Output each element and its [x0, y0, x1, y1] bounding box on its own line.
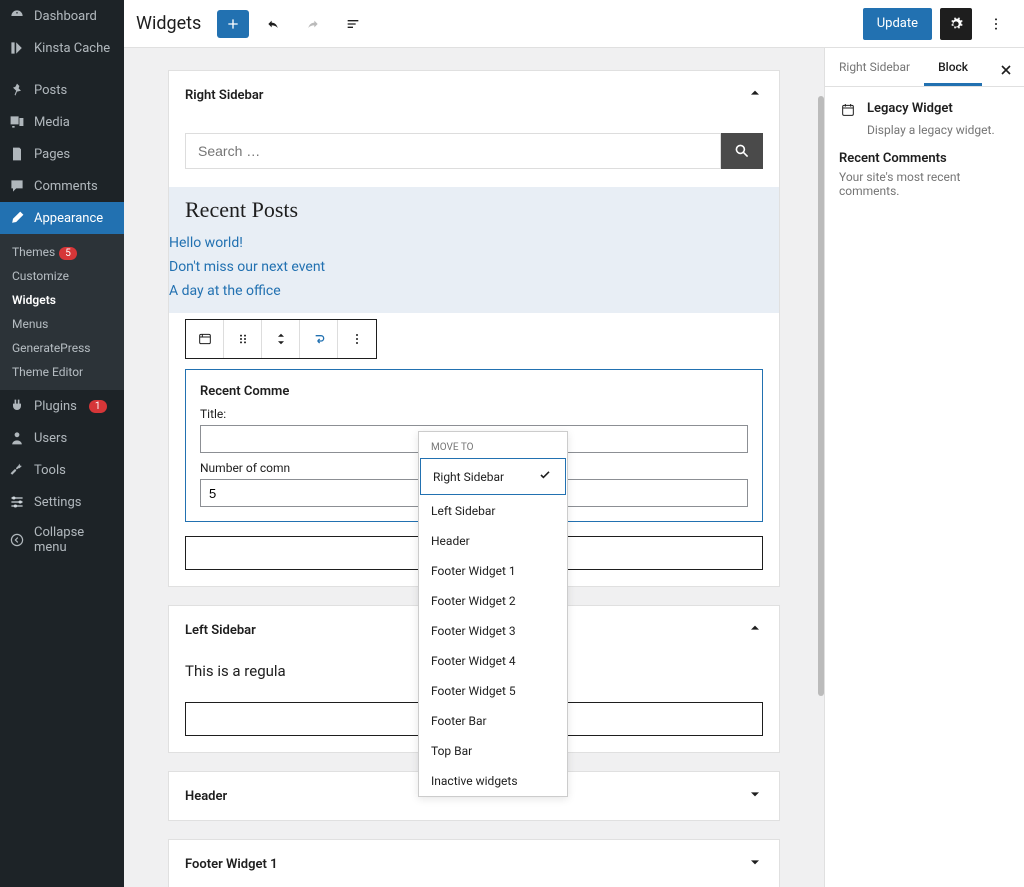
move-to-button[interactable]	[300, 320, 338, 358]
widget-heading: Recent Comme	[200, 384, 748, 399]
sub-menus[interactable]: Menus	[0, 312, 124, 336]
chevron-up-icon	[747, 85, 763, 105]
sidebar-item-users[interactable]: Users	[0, 422, 124, 454]
collapse-icon	[8, 531, 26, 549]
chevron-down-icon	[747, 854, 763, 874]
sidebar-item-appearance[interactable]: Appearance	[0, 202, 124, 234]
sidebar-item-settings[interactable]: Settings	[0, 486, 124, 518]
move-option[interactable]: Footer Widget 5	[419, 676, 567, 706]
sidebar-submenu: Themes5 Customize Widgets Menus Generate…	[0, 234, 124, 390]
sub-generatepress[interactable]: GeneratePress	[0, 336, 124, 360]
sliders-icon	[8, 493, 26, 511]
plug-icon	[8, 397, 26, 415]
sidebar-item-comments[interactable]: Comments	[0, 170, 124, 202]
search-submit-button[interactable]	[721, 133, 763, 169]
sidebar-item-media[interactable]: Media	[0, 106, 124, 138]
calendar-icon	[839, 101, 857, 119]
sidebar-item-pages[interactable]: Pages	[0, 138, 124, 170]
kinsta-icon	[8, 39, 26, 57]
pin-icon	[8, 81, 26, 99]
search-widget	[185, 133, 763, 169]
sub-customize[interactable]: Customize	[0, 264, 124, 288]
title-label: Title:	[200, 407, 748, 421]
media-icon	[8, 113, 26, 131]
sidebar-item-plugins[interactable]: Plugins1	[0, 390, 124, 422]
move-option[interactable]: Footer Widget 1	[419, 556, 567, 586]
block-desc: Display a legacy widget.	[867, 123, 1010, 137]
inspector-panel: Right Sidebar Block Legacy Widget Displa…	[824, 48, 1024, 887]
admin-sidebar: Dashboard Kinsta Cache Posts Media Pages…	[0, 0, 124, 887]
move-option[interactable]: Footer Widget 2	[419, 586, 567, 616]
user-icon	[8, 429, 26, 447]
move-option[interactable]: Top Bar	[419, 736, 567, 766]
undo-button[interactable]	[257, 8, 289, 40]
recent-posts-block[interactable]: Recent Posts Hello world! Don't miss our…	[169, 187, 779, 313]
sidebar-collapse[interactable]: Collapse menu	[0, 518, 124, 562]
popover-label: Move to	[419, 432, 567, 457]
recent-posts-heading: Recent Posts	[169, 197, 779, 223]
post-link[interactable]: Don't miss our next event	[169, 255, 779, 279]
update-button[interactable]: Update	[863, 8, 932, 40]
sub-widgets[interactable]: Widgets	[0, 288, 124, 312]
block-more-button[interactable]	[338, 320, 376, 358]
tab-block[interactable]: Block	[924, 48, 982, 86]
drag-handle[interactable]	[224, 320, 262, 358]
comment-icon	[8, 177, 26, 195]
check-icon	[537, 467, 553, 486]
post-link[interactable]: Hello world!	[169, 231, 779, 255]
sidebar-item-posts[interactable]: Posts	[0, 74, 124, 106]
sidebar-item-dashboard[interactable]: Dashboard	[0, 0, 124, 32]
sub-theme-editor[interactable]: Theme Editor	[0, 360, 124, 384]
move-option[interactable]: Header	[419, 526, 567, 556]
block-toolbar	[185, 319, 377, 359]
widget-desc: Your site's most recent comments.	[839, 170, 1010, 198]
post-link[interactable]: A day at the office	[169, 279, 779, 303]
search-input[interactable]	[185, 133, 721, 169]
add-block-button[interactable]	[217, 10, 249, 38]
dashboard-icon	[8, 7, 26, 25]
sidebar-item-tools[interactable]: Tools	[0, 454, 124, 486]
tab-area[interactable]: Right Sidebar	[825, 48, 924, 86]
move-option[interactable]: Right Sidebar	[420, 458, 566, 495]
block-type-button[interactable]	[186, 320, 224, 358]
move-option[interactable]: Footer Widget 4	[419, 646, 567, 676]
widget-name: Recent Comments	[839, 151, 1010, 166]
move-option[interactable]: Left Sidebar	[419, 496, 567, 526]
move-option[interactable]: Inactive widgets	[419, 766, 567, 796]
brush-icon	[8, 209, 26, 227]
chevron-up-icon	[747, 620, 763, 640]
list-view-button[interactable]	[337, 8, 369, 40]
settings-button[interactable]	[940, 8, 972, 40]
editor-topbar: Widgets Update	[124, 0, 1024, 48]
move-to-popover: Move to Right Sidebar Left Sidebar Heade…	[418, 431, 568, 797]
wrench-icon	[8, 461, 26, 479]
chevron-down-icon	[747, 786, 763, 806]
move-option[interactable]: Footer Bar	[419, 706, 567, 736]
area-toggle[interactable]: Right Sidebar	[169, 71, 779, 119]
close-inspector-button[interactable]	[994, 58, 1018, 86]
sidebar-item-kinsta[interactable]: Kinsta Cache	[0, 32, 124, 64]
area-toggle[interactable]: Footer Widget 1	[169, 840, 779, 887]
area-footer1: Footer Widget 1	[168, 839, 780, 887]
move-option[interactable]: Footer Widget 3	[419, 616, 567, 646]
pages-icon	[8, 145, 26, 163]
more-button[interactable]	[980, 8, 1012, 40]
redo-button[interactable]	[297, 8, 329, 40]
move-updown[interactable]	[262, 320, 300, 358]
block-name: Legacy Widget	[867, 101, 953, 119]
sub-themes[interactable]: Themes5	[0, 240, 124, 264]
page-title: Widgets	[136, 13, 201, 34]
